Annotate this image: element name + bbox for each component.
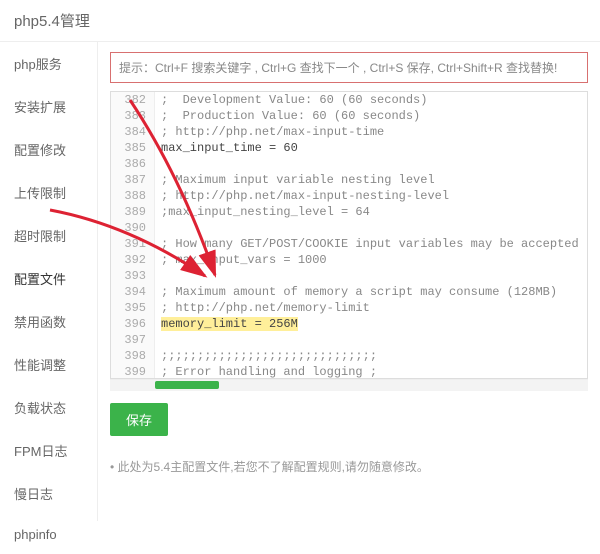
sidebar-item-0[interactable]: php服务: [0, 42, 97, 85]
line-number: 398: [111, 348, 155, 364]
line-number: 395: [111, 300, 155, 316]
code-text: [155, 332, 168, 348]
code-line[interactable]: 399; Error handling and logging ;: [111, 364, 587, 379]
code-text: ; max_input_vars = 1000: [155, 252, 327, 268]
code-text: ; Maximum amount of memory a script may …: [155, 284, 557, 300]
code-text: ; Development Value: 60 (60 seconds): [155, 92, 427, 108]
line-number: 393: [111, 268, 155, 284]
line-number: 391: [111, 236, 155, 252]
code-line[interactable]: 382; Development Value: 60 (60 seconds): [111, 92, 587, 108]
code-line[interactable]: 392; max_input_vars = 1000: [111, 252, 587, 268]
code-text: ; http://php.net/memory-limit: [155, 300, 370, 316]
line-number: 385: [111, 140, 155, 156]
code-editor[interactable]: 382; Development Value: 60 (60 seconds)3…: [110, 91, 588, 379]
code-text: [155, 268, 168, 284]
code-line[interactable]: 389;max_input_nesting_level = 64: [111, 204, 587, 220]
sidebar-item-7[interactable]: 性能调整: [0, 343, 97, 386]
line-number: 394: [111, 284, 155, 300]
code-line[interactable]: 390: [111, 220, 587, 236]
line-number: 387: [111, 172, 155, 188]
editor-horizontal-scrollbar[interactable]: [110, 379, 588, 391]
sidebar-item-1[interactable]: 安装扩展: [0, 85, 97, 128]
line-number: 388: [111, 188, 155, 204]
code-line[interactable]: 396memory_limit = 256M: [111, 316, 587, 332]
code-text: [155, 220, 168, 236]
code-line[interactable]: 395; http://php.net/memory-limit: [111, 300, 587, 316]
code-text: ; Error handling and logging ;: [155, 364, 377, 379]
main-panel: 提示：Ctrl+F 搜索关键字 , Ctrl+G 查找下一个 , Ctrl+S …: [98, 42, 600, 521]
code-line[interactable]: 388; http://php.net/max-input-nesting-le…: [111, 188, 587, 204]
code-line[interactable]: 387; Maximum input variable nesting leve…: [111, 172, 587, 188]
code-text: ; How many GET/POST/COOKIE input variabl…: [155, 236, 579, 252]
main-container: php服务安装扩展配置修改上传限制超时限制配置文件禁用函数性能调整负载状态FPM…: [0, 42, 600, 521]
page-title: php5.4管理: [0, 0, 600, 42]
sidebar-item-9[interactable]: FPM日志: [0, 429, 97, 472]
code-text: max_input_time = 60: [155, 140, 298, 156]
code-text: ;;;;;;;;;;;;;;;;;;;;;;;;;;;;;;: [155, 348, 377, 364]
line-number: 386: [111, 156, 155, 172]
sidebar-item-3[interactable]: 上传限制: [0, 171, 97, 214]
line-number: 382: [111, 92, 155, 108]
hint-box: 提示：Ctrl+F 搜索关键字 , Ctrl+G 查找下一个 , Ctrl+S …: [110, 52, 588, 83]
line-number: 390: [111, 220, 155, 236]
code-line[interactable]: 391; How many GET/POST/COOKIE input vari…: [111, 236, 587, 252]
footer-note: 此处为5.4主配置文件,若您不了解配置规则,请勿随意修改。: [110, 458, 588, 475]
code-line[interactable]: 397: [111, 332, 587, 348]
code-line[interactable]: 383; Production Value: 60 (60 seconds): [111, 108, 587, 124]
code-line[interactable]: 386: [111, 156, 587, 172]
sidebar-item-5[interactable]: 配置文件: [0, 257, 97, 300]
sidebar-item-6[interactable]: 禁用函数: [0, 300, 97, 343]
sidebar-item-2[interactable]: 配置修改: [0, 128, 97, 171]
code-text: ;max_input_nesting_level = 64: [155, 204, 370, 220]
save-button[interactable]: 保存: [110, 403, 168, 436]
code-line[interactable]: 394; Maximum amount of memory a script m…: [111, 284, 587, 300]
sidebar: php服务安装扩展配置修改上传限制超时限制配置文件禁用函数性能调整负载状态FPM…: [0, 42, 98, 521]
code-line[interactable]: 384; http://php.net/max-input-time: [111, 124, 587, 140]
code-line[interactable]: 398;;;;;;;;;;;;;;;;;;;;;;;;;;;;;;: [111, 348, 587, 364]
line-number: 383: [111, 108, 155, 124]
scrollbar-thumb[interactable]: [155, 381, 219, 389]
sidebar-item-8[interactable]: 负载状态: [0, 386, 97, 429]
line-number: 399: [111, 364, 155, 379]
code-text: ; Maximum input variable nesting level: [155, 172, 435, 188]
code-line[interactable]: 393: [111, 268, 587, 284]
sidebar-item-4[interactable]: 超时限制: [0, 214, 97, 257]
line-number: 397: [111, 332, 155, 348]
code-text: memory_limit = 256M: [155, 316, 298, 332]
code-line[interactable]: 385max_input_time = 60: [111, 140, 587, 156]
line-number: 384: [111, 124, 155, 140]
code-text: ; http://php.net/max-input-time: [155, 124, 384, 140]
code-text: ; http://php.net/max-input-nesting-level: [155, 188, 449, 204]
line-number: 392: [111, 252, 155, 268]
code-text: [155, 156, 168, 172]
sidebar-item-10[interactable]: 慢日志: [0, 472, 97, 515]
code-text: ; Production Value: 60 (60 seconds): [155, 108, 420, 124]
line-number: 396: [111, 316, 155, 332]
line-number: 389: [111, 204, 155, 220]
